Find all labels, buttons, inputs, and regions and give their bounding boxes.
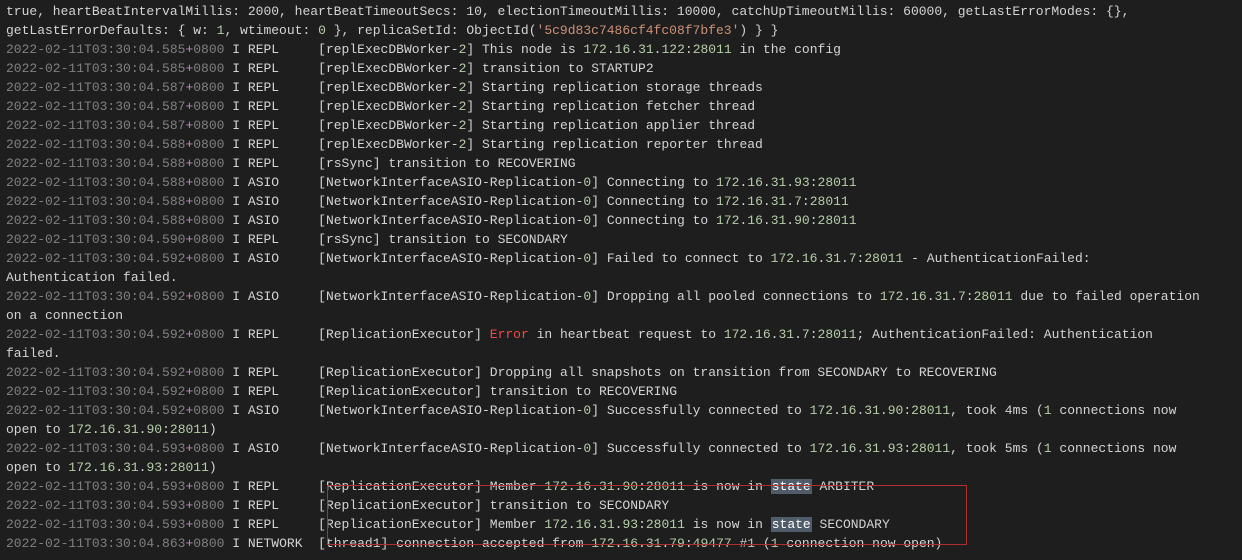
log-line: open to 172.16.31.90:28011)	[6, 420, 1236, 439]
log-line: 2022-02-11T03:30:04.593+0800 I REPL [Rep…	[6, 477, 1236, 496]
log-line: 2022-02-11T03:30:04.593+0800 I ASIO [Net…	[6, 439, 1236, 458]
log-line: open to 172.16.31.93:28011)	[6, 458, 1236, 477]
log-line: 2022-02-11T03:30:04.590+0800 I REPL [rsS…	[6, 230, 1236, 249]
log-line: 2022-02-11T03:30:04.588+0800 I ASIO [Net…	[6, 192, 1236, 211]
log-line: 2022-02-11T03:30:04.585+0800 I REPL [rep…	[6, 40, 1236, 59]
log-line: 2022-02-11T03:30:04.587+0800 I REPL [rep…	[6, 78, 1236, 97]
log-line: 2022-02-11T03:30:04.592+0800 I REPL [Rep…	[6, 363, 1236, 382]
log-line: 2022-02-11T03:30:04.588+0800 I REPL [rep…	[6, 135, 1236, 154]
log-line: 2022-02-11T03:30:04.593+0800 I REPL [Rep…	[6, 515, 1236, 534]
log-line: 2022-02-11T03:30:04.592+0800 I ASIO [Net…	[6, 249, 1236, 268]
log-line: 2022-02-11T03:30:04.587+0800 I REPL [rep…	[6, 116, 1236, 135]
log-line: failed.	[6, 344, 1236, 363]
log-line: 2022-02-11T03:30:04.592+0800 I ASIO [Net…	[6, 287, 1236, 306]
log-line: true, heartBeatIntervalMillis: 2000, hea…	[6, 2, 1236, 21]
log-line: Authentication failed.	[6, 268, 1236, 287]
log-line: 2022-02-11T03:30:04.585+0800 I REPL [rep…	[6, 59, 1236, 78]
log-line: 2022-02-11T03:30:04.593+0800 I REPL [Rep…	[6, 496, 1236, 515]
log-line: 2022-02-11T03:30:04.588+0800 I REPL [rsS…	[6, 154, 1236, 173]
terminal-log[interactable]: true, heartBeatIntervalMillis: 2000, hea…	[0, 0, 1242, 559]
log-line: 2022-02-11T03:30:04.588+0800 I ASIO [Net…	[6, 211, 1236, 230]
log-line: getLastErrorDefaults: { w: 1, wtimeout: …	[6, 21, 1236, 40]
log-line: 2022-02-11T03:30:04.592+0800 I REPL [Rep…	[6, 325, 1236, 344]
log-line: on a connection	[6, 306, 1236, 325]
log-line: 2022-02-11T03:30:04.863+0800 I NETWORK […	[6, 534, 1236, 553]
log-line: 2022-02-11T03:30:04.587+0800 I REPL [rep…	[6, 97, 1236, 116]
log-line: 2022-02-11T03:30:04.592+0800 I ASIO [Net…	[6, 401, 1236, 420]
log-line: 2022-02-11T03:30:04.592+0800 I REPL [Rep…	[6, 382, 1236, 401]
log-line: 2022-02-11T03:30:04.588+0800 I ASIO [Net…	[6, 173, 1236, 192]
